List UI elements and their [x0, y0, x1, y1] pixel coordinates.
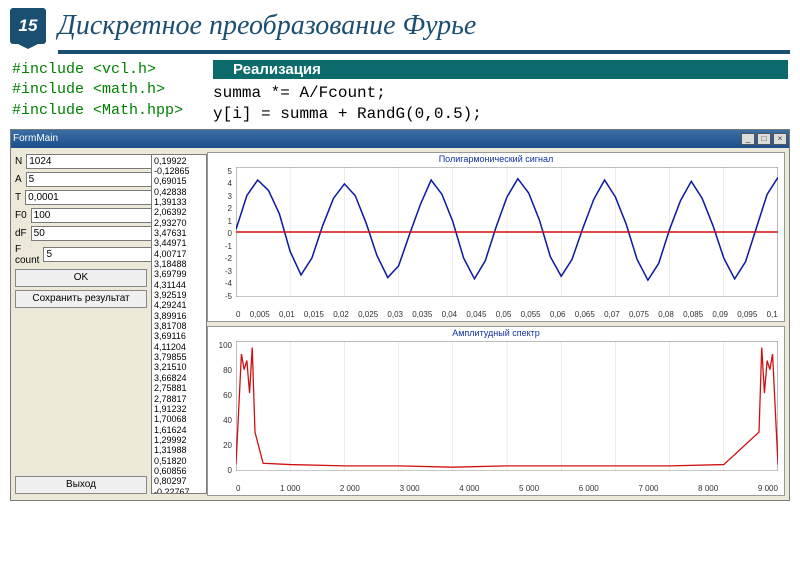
- list-item[interactable]: 1,70068: [154, 414, 204, 424]
- implementation-label: Реализация: [213, 60, 788, 79]
- list-item[interactable]: 0,60856: [154, 466, 204, 476]
- include-line: #include <Math.hpp>: [12, 101, 183, 121]
- list-item[interactable]: 2,93270: [154, 218, 204, 228]
- list-item[interactable]: 0,69015: [154, 176, 204, 186]
- input-n[interactable]: [26, 154, 164, 169]
- list-item[interactable]: 2,75881: [154, 383, 204, 393]
- window-title: FormMain: [13, 133, 58, 144]
- list-item[interactable]: 0,42838: [154, 187, 204, 197]
- list-item[interactable]: 0,19922: [154, 156, 204, 166]
- save-button[interactable]: Сохранить результат: [15, 290, 147, 308]
- include-block: #include <vcl.h> #include <math.h> #incl…: [12, 60, 183, 125]
- ok-button[interactable]: OK: [15, 269, 147, 287]
- code-line: summa *= A/Fcount;: [213, 83, 788, 104]
- list-item[interactable]: 2,06392: [154, 207, 204, 217]
- list-item[interactable]: 4,31144: [154, 280, 204, 290]
- list-item[interactable]: 1,39133: [154, 197, 204, 207]
- chart-title-spectrum: Амплитудный спектр: [208, 328, 784, 338]
- title-divider: [58, 50, 790, 54]
- include-line: #include <math.h>: [12, 80, 183, 100]
- list-item[interactable]: 3,47631: [154, 228, 204, 238]
- list-item[interactable]: 3,92519: [154, 290, 204, 300]
- exit-button[interactable]: Выход: [15, 476, 147, 494]
- app-window: FormMain _ □ × N A T F0: [10, 129, 790, 501]
- field-label-a: A: [15, 174, 22, 185]
- list-item[interactable]: 4,11204: [154, 342, 204, 352]
- list-item[interactable]: 1,29992: [154, 435, 204, 445]
- form-panel: N A T F0 dF F count: [11, 148, 151, 500]
- minimize-button[interactable]: _: [741, 133, 755, 145]
- slide-title: Дискретное преобразование Фурье: [58, 10, 476, 42]
- list-item[interactable]: 3,69799: [154, 269, 204, 279]
- list-item[interactable]: 2,78817: [154, 394, 204, 404]
- list-item[interactable]: 3,89916: [154, 311, 204, 321]
- list-item[interactable]: 3,79855: [154, 352, 204, 362]
- input-a[interactable]: [26, 172, 164, 187]
- list-item[interactable]: -0,12865: [154, 166, 204, 176]
- input-f0[interactable]: [31, 208, 169, 223]
- list-item[interactable]: 1,31988: [154, 445, 204, 455]
- slide-number-badge: 15: [10, 8, 46, 44]
- list-item[interactable]: 4,00717: [154, 249, 204, 259]
- list-item[interactable]: 0,51820: [154, 456, 204, 466]
- maximize-button[interactable]: □: [757, 133, 771, 145]
- code-line: y[i] = summa + RandG(0,0.5);: [213, 104, 788, 125]
- list-item[interactable]: 3,66824: [154, 373, 204, 383]
- field-label-n: N: [15, 156, 22, 167]
- list-item[interactable]: 3,21510: [154, 362, 204, 372]
- signal-chart: Полигармонический сигнал 543210-1-2-3-4-…: [207, 152, 785, 322]
- field-label-f0: F0: [15, 210, 27, 221]
- list-item[interactable]: 1,91232: [154, 404, 204, 414]
- input-t[interactable]: [25, 190, 163, 205]
- titlebar[interactable]: FormMain _ □ ×: [11, 130, 789, 148]
- spectrum-chart: Амплитудный спектр 100806040200 01 0002 …: [207, 326, 785, 496]
- list-item[interactable]: 3,69116: [154, 331, 204, 341]
- list-item[interactable]: 3,81708: [154, 321, 204, 331]
- input-df[interactable]: [31, 226, 169, 241]
- chart-title-signal: Полигармонический сигнал: [208, 154, 784, 164]
- field-label-df: dF: [15, 228, 27, 239]
- slide-number: 15: [19, 16, 38, 36]
- field-label-fcount: F count: [15, 244, 39, 266]
- list-item[interactable]: 3,44971: [154, 238, 204, 248]
- include-line: #include <vcl.h>: [12, 60, 183, 80]
- close-button[interactable]: ×: [773, 133, 787, 145]
- list-item[interactable]: 3,18488: [154, 259, 204, 269]
- list-item[interactable]: 0,80297: [154, 476, 204, 486]
- list-item[interactable]: 1,61624: [154, 425, 204, 435]
- list-item[interactable]: -0,22767: [154, 487, 204, 494]
- values-listbox[interactable]: 0,19922-0,128650,690150,428381,391332,06…: [151, 154, 207, 494]
- list-item[interactable]: 4,29241: [154, 300, 204, 310]
- field-label-t: T: [15, 192, 21, 203]
- code-block: summa *= A/Fcount; y[i] = summa + RandG(…: [213, 83, 788, 125]
